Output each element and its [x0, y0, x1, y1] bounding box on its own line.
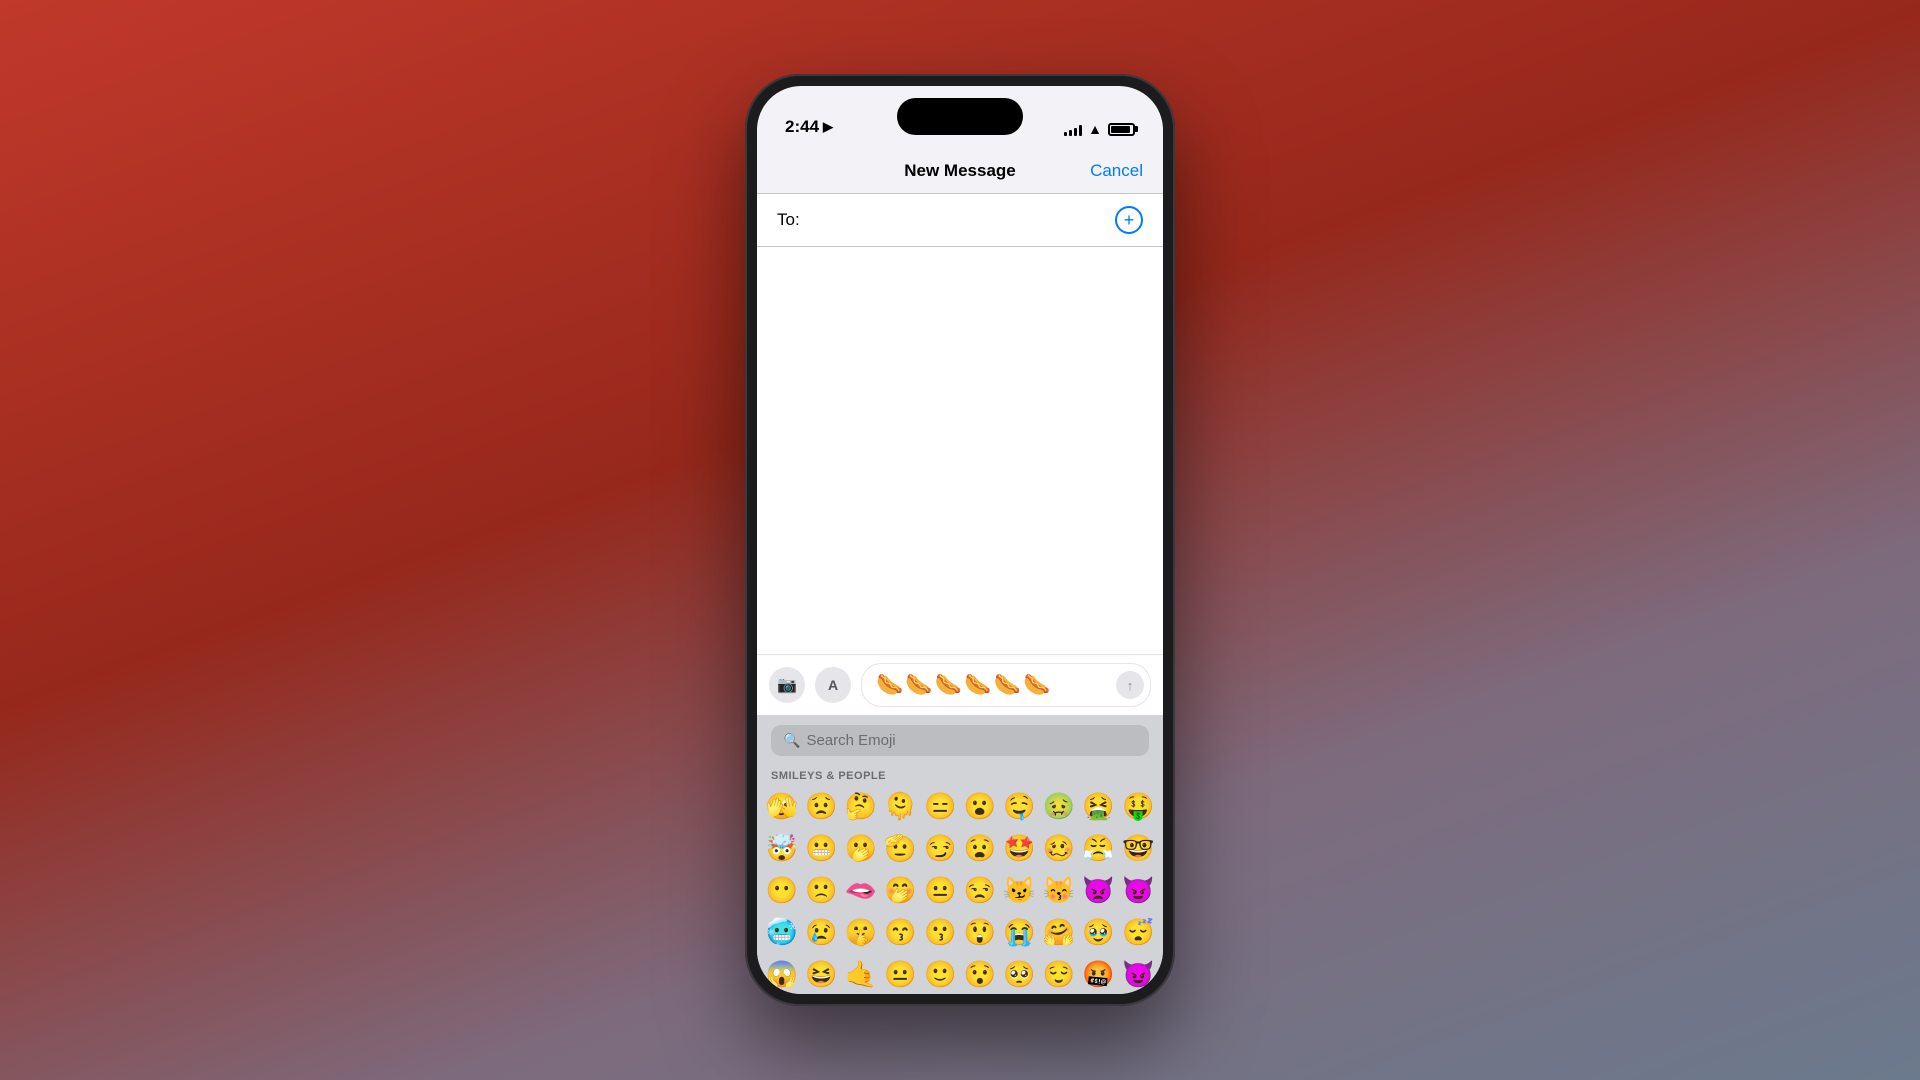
emoji-cell[interactable]: 🫡: [882, 828, 920, 868]
battery-fill: [1111, 126, 1130, 133]
screen-content: 2:44 ▶ ▲ New M: [757, 86, 1163, 994]
emoji-cell[interactable]: 🫠: [882, 786, 920, 826]
emoji-cell[interactable]: 🙂: [921, 954, 959, 994]
emoji-cell[interactable]: 👿: [1080, 870, 1118, 910]
phone-screen: 2:44 ▶ ▲ New M: [757, 86, 1163, 994]
emoji-cell[interactable]: 😴: [1119, 912, 1157, 952]
send-icon: ↑: [1127, 678, 1134, 693]
dynamic-island: [897, 98, 1023, 135]
emoji-cell[interactable]: 😤: [1080, 828, 1118, 868]
emoji-cell[interactable]: 😗: [921, 912, 959, 952]
emoji-cell[interactable]: 😈: [1119, 954, 1157, 994]
emoji-cell[interactable]: 🤙: [842, 954, 880, 994]
emoji-cell[interactable]: 🥺: [1001, 954, 1039, 994]
add-contact-button[interactable]: +: [1115, 206, 1143, 234]
emoji-cell[interactable]: 🫦: [842, 870, 880, 910]
bottom-toolbar: 📷 A 🌭🌭🌭🌭🌭🌭 ↑: [757, 654, 1163, 715]
emoji-cell[interactable]: 🤢: [1040, 786, 1078, 826]
emoji-cell[interactable]: 🤯: [763, 828, 801, 868]
location-icon: ▶: [823, 119, 833, 135]
emoji-search-placeholder: Search Emoji: [806, 732, 895, 749]
emoji-cell[interactable]: 🤑: [1119, 786, 1157, 826]
emoji-cell[interactable]: 🤗: [1040, 912, 1078, 952]
emoji-cell[interactable]: 🤩: [1001, 828, 1039, 868]
emoji-cell[interactable]: 🤫: [842, 912, 880, 952]
emoji-cell[interactable]: 🥹: [1080, 912, 1118, 952]
emoji-grid: 🫣 😟 🤔 🫠 😑 😮 🤤 🤢 🤮 🤑 🤯 😬 🫢 🫡 😏: [757, 786, 1163, 994]
emoji-cell[interactable]: 🤔: [842, 786, 880, 826]
message-emoji-content: 🌭🌭🌭🌭🌭🌭: [876, 672, 1052, 698]
wifi-icon: ▲: [1088, 121, 1102, 137]
emoji-cell[interactable]: 🫣: [763, 786, 801, 826]
emoji-cell[interactable]: 🙁: [803, 870, 841, 910]
emoji-section-label: SMILEYS & PEOPLE: [757, 764, 1163, 786]
emoji-cell[interactable]: 😈: [1119, 870, 1157, 910]
status-time: 2:44 ▶: [785, 117, 833, 137]
nav-bar: New Message Cancel: [757, 145, 1163, 194]
phone-frame: 2:44 ▶ ▲ New M: [745, 74, 1175, 1006]
cancel-button[interactable]: Cancel: [1090, 161, 1143, 181]
emoji-cell[interactable]: 🫢: [842, 828, 880, 868]
emoji-cell[interactable]: 😬: [803, 828, 841, 868]
emoji-cell[interactable]: 😮: [961, 786, 999, 826]
emoji-cell[interactable]: 🥴: [1040, 828, 1078, 868]
emoji-search-icon: 🔍: [783, 732, 800, 749]
emoji-cell[interactable]: 🤤: [1001, 786, 1039, 826]
emoji-cell[interactable]: 😌: [1040, 954, 1078, 994]
send-button[interactable]: ↑: [1116, 671, 1144, 699]
emoji-cell[interactable]: 😑: [921, 786, 959, 826]
emoji-cell[interactable]: 🤬: [1080, 954, 1118, 994]
emoji-cell[interactable]: 😶: [763, 870, 801, 910]
emoji-cell[interactable]: 😼: [1001, 870, 1039, 910]
apps-button[interactable]: A: [815, 667, 851, 703]
emoji-search-bar: 🔍 Search Emoji: [757, 715, 1163, 764]
status-icons: ▲: [1064, 121, 1135, 137]
to-field: To: +: [757, 194, 1163, 247]
emoji-cell[interactable]: 😯: [961, 954, 999, 994]
plus-icon: +: [1124, 210, 1135, 231]
emoji-cell[interactable]: 😏: [921, 828, 959, 868]
emoji-cell[interactable]: 😆: [803, 954, 841, 994]
emoji-keyboard: 🔍 Search Emoji SMILEYS & PEOPLE 🫣 😟 🤔 🫠 …: [757, 715, 1163, 994]
emoji-cell[interactable]: 😧: [961, 828, 999, 868]
emoji-cell[interactable]: 🥶: [763, 912, 801, 952]
camera-icon: 📷: [777, 675, 797, 695]
message-input-box[interactable]: 🌭🌭🌭🌭🌭🌭 ↑: [861, 663, 1151, 707]
emoji-cell[interactable]: 🤓: [1119, 828, 1157, 868]
emoji-cell[interactable]: 🤭: [882, 870, 920, 910]
emoji-cell[interactable]: 😐: [921, 870, 959, 910]
emoji-cell[interactable]: 😙: [882, 912, 920, 952]
nav-title: New Message: [904, 161, 1016, 181]
emoji-cell[interactable]: 😟: [803, 786, 841, 826]
emoji-cell[interactable]: 😱: [763, 954, 801, 994]
emoji-cell[interactable]: 😲: [961, 912, 999, 952]
time-display: 2:44: [785, 117, 819, 137]
signal-icon: [1064, 123, 1082, 136]
emoji-cell[interactable]: 😽: [1040, 870, 1078, 910]
to-input[interactable]: [808, 210, 1107, 230]
emoji-cell[interactable]: 😐: [882, 954, 920, 994]
emoji-cell[interactable]: 😒: [961, 870, 999, 910]
emoji-cell[interactable]: 🤮: [1080, 786, 1118, 826]
message-area[interactable]: [757, 247, 1163, 654]
emoji-cell[interactable]: 😢: [803, 912, 841, 952]
emoji-cell[interactable]: 😭: [1001, 912, 1039, 952]
emoji-search-wrapper[interactable]: 🔍 Search Emoji: [771, 725, 1149, 756]
battery-icon: [1108, 123, 1135, 136]
camera-button[interactable]: 📷: [769, 667, 805, 703]
to-label: To:: [777, 210, 800, 230]
apps-icon: A: [828, 677, 838, 693]
